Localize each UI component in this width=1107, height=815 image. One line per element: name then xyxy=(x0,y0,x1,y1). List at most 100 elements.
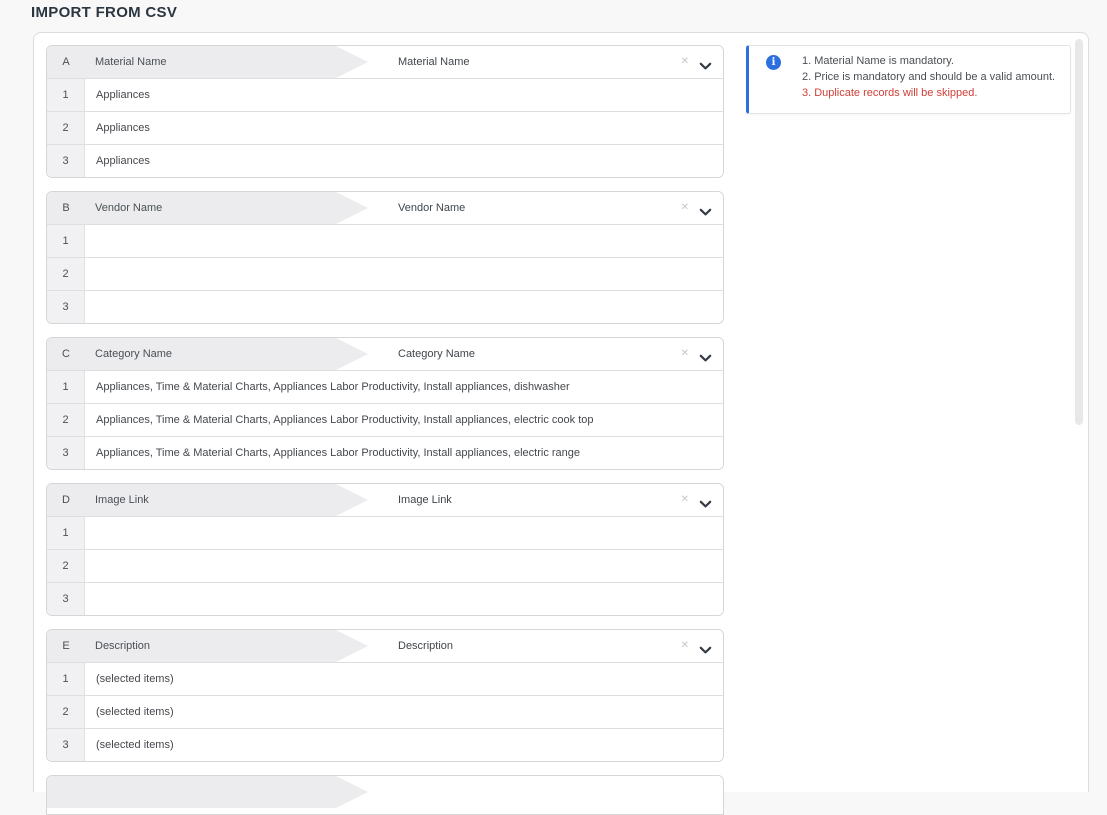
column-letter: E xyxy=(62,640,70,652)
column-letter: B xyxy=(62,202,70,214)
column-card: E Description Description ✕ 1 (selected … xyxy=(46,629,724,762)
column-mapping-list: A Material Name Material Name ✕ 1 Applia… xyxy=(46,45,724,815)
clear-selection-icon[interactable]: ✕ xyxy=(681,630,689,662)
column-card: B Vendor Name Vendor Name ✕ 1 2 3 xyxy=(46,191,724,324)
column-letter: A xyxy=(62,56,70,68)
row-value xyxy=(85,583,723,615)
column-source-label: Image Link xyxy=(95,494,149,506)
row-number: 3 xyxy=(47,291,85,323)
note-text: Price is mandatory and should be a valid… xyxy=(814,71,1056,83)
note-item: 2. Price is mandatory and should be a val… xyxy=(802,69,1055,85)
mapped-field-value: Description xyxy=(398,640,454,652)
column-source-label: Material Name xyxy=(95,56,167,68)
column-header: C Category Name Category Name ✕ xyxy=(47,338,723,370)
chevron-down-icon[interactable] xyxy=(699,642,712,660)
preview-row: 3 Appliances xyxy=(47,144,723,177)
chevron-down-icon[interactable] xyxy=(699,58,712,76)
note-text: Duplicate records will be skipped. xyxy=(814,87,978,99)
import-notes-box: i 1. Material Name is mandatory. 2. Price … xyxy=(746,45,1071,114)
column-header-partial xyxy=(47,776,723,808)
column-card: C Category Name Category Name ✕ 1 Applia… xyxy=(46,337,724,470)
row-number: 3 xyxy=(47,145,85,177)
preview-row: 2 (selected items) xyxy=(47,695,723,728)
column-source-label: Category Name xyxy=(95,348,173,360)
row-number: 1 xyxy=(47,79,85,111)
row-value: Appliances, Time & Material Charts, Appl… xyxy=(96,447,581,459)
preview-row: 2 Appliances xyxy=(47,111,723,144)
column-header: D Image Link Image Link ✕ xyxy=(47,484,723,516)
row-value: Appliances, Time & Material Charts, Appl… xyxy=(96,414,594,426)
preview-row: 1 Appliances xyxy=(47,78,723,111)
row-value: Appliances xyxy=(96,122,150,134)
chevron-down-icon[interactable] xyxy=(699,496,712,514)
row-number: 3 xyxy=(47,583,85,615)
mapped-field-select[interactable]: Image Link ✕ xyxy=(368,484,723,516)
mapped-field-select[interactable]: Vendor Name ✕ xyxy=(368,192,723,224)
notes-list: 1. Material Name is mandatory. 2. Price is… xyxy=(802,53,1055,101)
row-number: 2 xyxy=(47,258,85,290)
preview-row: 1 Appliances, Time & Material Charts, Ap… xyxy=(47,370,723,403)
mapped-field-select[interactable]: Category Name ✕ xyxy=(368,338,723,370)
row-number: 3 xyxy=(47,729,85,761)
preview-row: 3 xyxy=(47,290,723,323)
column-header: A Material Name Material Name ✕ xyxy=(47,46,723,78)
row-number: 2 xyxy=(47,696,85,728)
mapped-field-value: Material Name xyxy=(398,56,470,68)
note-item: 1. Material Name is mandatory. xyxy=(802,53,1055,69)
row-value: (selected items) xyxy=(96,739,174,751)
preview-row: 2 xyxy=(47,549,723,582)
column-card: D Image Link Image Link ✕ 1 2 3 xyxy=(46,483,724,616)
row-value xyxy=(85,291,723,323)
row-value xyxy=(85,258,723,290)
clear-selection-icon[interactable]: ✕ xyxy=(681,338,689,370)
row-value: Appliances xyxy=(96,89,150,101)
scrollbar-track[interactable] xyxy=(1073,35,1085,791)
preview-row: 2 Appliances, Time & Material Charts, Ap… xyxy=(47,403,723,436)
note-number: 3. xyxy=(802,87,812,99)
chevron-down-icon[interactable] xyxy=(699,204,712,222)
row-value: (selected items) xyxy=(96,673,174,685)
row-number: 2 xyxy=(47,112,85,144)
preview-row: 1 (selected items) xyxy=(47,662,723,695)
clear-selection-icon[interactable]: ✕ xyxy=(681,46,689,78)
preview-row: 2 xyxy=(47,257,723,290)
import-panel: A Material Name Material Name ✕ 1 Applia… xyxy=(33,32,1089,815)
row-number: 3 xyxy=(47,437,85,469)
row-number: 1 xyxy=(47,663,85,695)
clear-selection-icon[interactable]: ✕ xyxy=(681,192,689,224)
scrollbar-thumb[interactable] xyxy=(1075,39,1083,425)
note-number: 2. xyxy=(802,71,812,83)
column-source-label: Vendor Name xyxy=(95,202,163,214)
row-number: 2 xyxy=(47,550,85,582)
column-card: A Material Name Material Name ✕ 1 Applia… xyxy=(46,45,724,178)
mapped-field-select[interactable]: Material Name ✕ xyxy=(368,46,723,78)
preview-row: 3 (selected items) xyxy=(47,728,723,761)
column-letter: D xyxy=(62,494,70,506)
note-item-warning: 3. Duplicate records will be skipped. xyxy=(802,85,1055,101)
note-number: 1. xyxy=(802,55,812,67)
column-header-arrow-shape xyxy=(47,776,368,808)
column-source-label: Description xyxy=(95,640,151,652)
row-number: 1 xyxy=(47,517,85,549)
chevron-down-icon[interactable] xyxy=(699,350,712,368)
row-value: (selected items) xyxy=(96,706,174,718)
row-value: Appliances, Time & Material Charts, Appl… xyxy=(96,381,570,393)
row-value xyxy=(85,225,723,257)
page-title: IMPORT FROM CSV xyxy=(31,4,178,21)
row-number: 1 xyxy=(47,371,85,403)
note-text: Material Name is mandatory. xyxy=(814,55,954,67)
mapped-field-value: Category Name xyxy=(398,348,476,360)
row-value xyxy=(85,550,723,582)
preview-row: 1 xyxy=(47,516,723,549)
row-number: 1 xyxy=(47,225,85,257)
row-value: Appliances xyxy=(96,155,150,167)
mapped-field-value: Image Link xyxy=(398,494,452,506)
column-header: B Vendor Name Vendor Name ✕ xyxy=(47,192,723,224)
clear-selection-icon[interactable]: ✕ xyxy=(681,484,689,516)
preview-row: 1 xyxy=(47,224,723,257)
column-card-partial xyxy=(46,775,724,815)
mapped-field-value: Vendor Name xyxy=(398,202,466,214)
row-value xyxy=(85,517,723,549)
mapped-field-select[interactable]: Description ✕ xyxy=(368,630,723,662)
column-letter: C xyxy=(62,348,70,360)
